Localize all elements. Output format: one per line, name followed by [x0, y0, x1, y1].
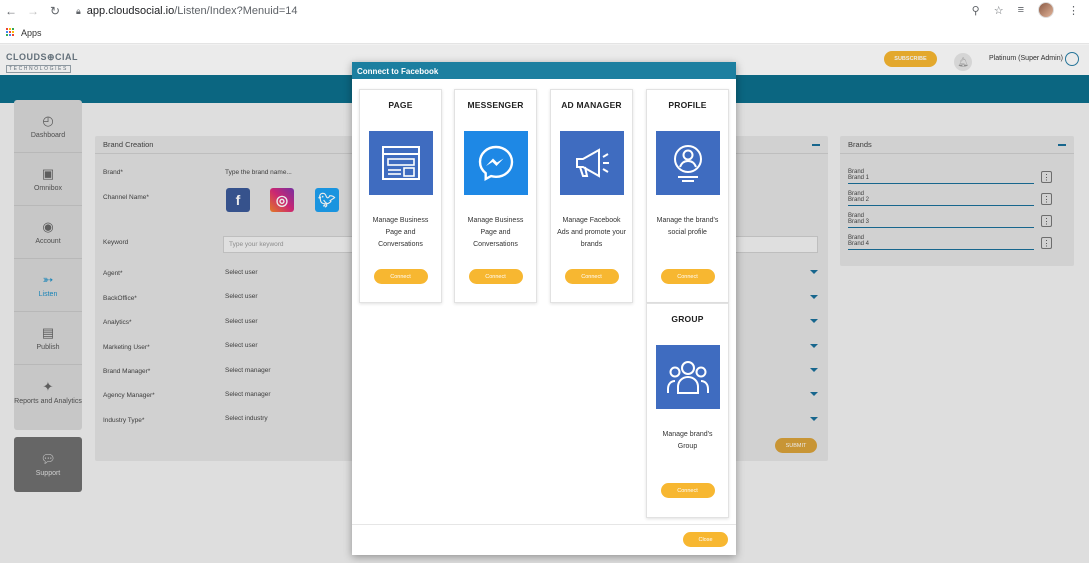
card-title: AD MANAGER	[561, 100, 622, 110]
card-title: MESSENGER	[467, 100, 524, 110]
card-description: Manage brand's Group	[662, 431, 713, 450]
profile-icon	[655, 131, 720, 195]
connect-facebook-modal: Connect to Facebook PAGE Manage Business…	[352, 62, 736, 555]
card-page: PAGE Manage Business Page and Conversati…	[359, 89, 442, 303]
apps-grid-icon[interactable]	[6, 28, 15, 37]
connect-messenger-button[interactable]: Connect	[468, 269, 523, 284]
card-profile: PROFILE Manage the brand's social profil…	[646, 89, 729, 303]
lock-icon[interactable]: 🔒︎	[76, 6, 81, 17]
card-title: PAGE	[388, 100, 413, 110]
close-button[interactable]: Close	[683, 532, 728, 547]
url-path: /Listen/Index?Menuid=14	[174, 5, 298, 17]
zoom-icon[interactable]: ⚲	[972, 4, 980, 17]
megaphone-icon	[559, 131, 624, 195]
profile-avatar[interactable]	[1038, 2, 1054, 18]
card-group: GROUP Manage brand's Group Connect	[646, 303, 729, 518]
modal-footer-divider	[352, 524, 736, 525]
card-description: Manage Business Page and Conversations	[467, 217, 524, 248]
card-title: PROFILE	[668, 100, 707, 110]
group-icon	[655, 345, 720, 409]
card-messenger: MESSENGER Manage Business Page and Conve…	[454, 89, 537, 303]
url-host: app.cloudsocial.io	[86, 5, 175, 17]
connect-ad-manager-button[interactable]: Connect	[564, 269, 619, 284]
card-ad-manager: AD MANAGER Manage Facebook Ads and promo…	[550, 89, 633, 303]
modal-title: Connect to Facebook	[352, 62, 736, 79]
bookmarks-bar: Apps	[0, 22, 1089, 44]
back-arrow-icon[interactable]: ←	[0, 4, 22, 18]
card-description: Manage Business Page and Conversations	[372, 217, 429, 248]
reading-list-icon[interactable]: ≡	[1018, 4, 1024, 16]
connect-group-button[interactable]: Connect	[660, 483, 715, 498]
connect-page-button[interactable]: Connect	[373, 269, 428, 284]
connect-profile-button[interactable]: Connect	[660, 269, 715, 284]
bookmark-star-icon[interactable]: ☆	[994, 4, 1004, 17]
address-bar[interactable]: app.cloudsocial.io/Listen/Index?Menuid=1…	[87, 5, 298, 17]
card-title: GROUP	[671, 314, 704, 324]
card-description: Manage the brand's social profile	[656, 217, 719, 236]
messenger-icon	[463, 131, 528, 195]
browser-page-icon	[368, 131, 433, 195]
apps-bookmark[interactable]: Apps	[21, 28, 42, 38]
card-description: Manage Facebook Ads and promote your bra…	[557, 217, 626, 248]
browser-toolbar: ← → ↻ 🔒︎ app.cloudsocial.io/Listen/Index…	[0, 0, 1089, 22]
forward-arrow-icon[interactable]: →	[22, 4, 44, 18]
reload-icon[interactable]: ↻	[44, 4, 66, 18]
kebab-menu-icon[interactable]: ⋮	[1068, 4, 1079, 17]
